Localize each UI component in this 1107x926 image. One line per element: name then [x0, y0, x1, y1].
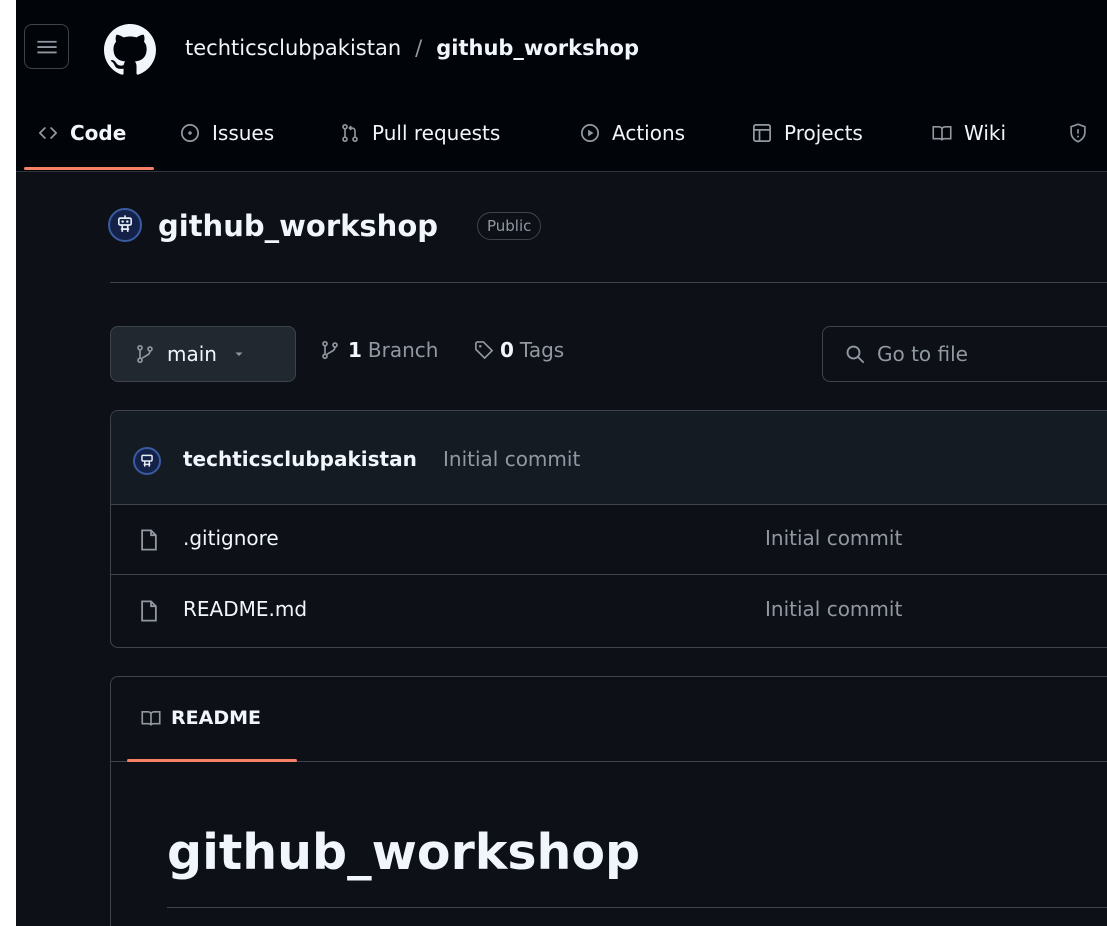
- readme-heading: github_workshop: [167, 824, 641, 881]
- tab-actions[interactable]: Actions: [580, 104, 685, 162]
- github-logo-icon[interactable]: [104, 24, 156, 76]
- file-commit-message[interactable]: Initial commit: [765, 597, 902, 621]
- global-header: techticsclubpakistan / github_workshop Cod…: [16, 0, 1107, 172]
- tab-wiki[interactable]: Wiki: [932, 104, 1006, 162]
- code-icon: [39, 127, 57, 139]
- search-icon: [846, 345, 865, 364]
- active-tab-indicator: [24, 167, 154, 170]
- robot-logo-icon: [117, 215, 133, 232]
- active-tab-indicator: [127, 759, 297, 762]
- go-to-file-placeholder: Go to file: [877, 342, 968, 366]
- github-repo-page: techticsclubpakistan / github_workshop Cod…: [16, 0, 1107, 926]
- commit-author[interactable]: techticsclubpakistan: [183, 447, 417, 471]
- readme-tab-label: README: [171, 707, 261, 729]
- git-branch-icon: [322, 340, 338, 360]
- tag-count-label: Tags: [519, 338, 565, 362]
- tab-label: Projects: [784, 121, 863, 145]
- issue-icon: [181, 124, 199, 142]
- owner-avatar[interactable]: [108, 208, 142, 242]
- readme-header: README: [111, 677, 1107, 762]
- tab-label: Issues: [212, 121, 275, 145]
- breadcrumb-separator: /: [415, 36, 423, 60]
- tab-label: Code: [70, 121, 127, 145]
- file-name[interactable]: .gitignore: [183, 526, 279, 550]
- file-row[interactable]: .gitignore Initial commit: [111, 505, 1107, 575]
- hamburger-icon: [36, 40, 57, 53]
- file-commit-message[interactable]: Initial commit: [765, 526, 902, 550]
- owner-link[interactable]: techticsclubpakistan: [185, 36, 401, 60]
- tab-label: Wiki: [964, 121, 1007, 145]
- tab-projects[interactable]: Projects: [752, 104, 863, 162]
- repo-title[interactable]: github_workshop: [158, 207, 438, 245]
- title-divider: [110, 282, 1107, 283]
- commit-author-avatar[interactable]: [133, 447, 161, 475]
- shield-icon: [1070, 123, 1086, 143]
- go-to-file-input[interactable]: Go to file: [822, 326, 1107, 382]
- readme-tab[interactable]: README: [141, 707, 261, 729]
- tags-link[interactable]: 0 Tags: [474, 338, 564, 362]
- tag-icon: [475, 341, 494, 360]
- file-browser: techticsclubpakistan Initial commit .git…: [110, 410, 1107, 648]
- robot-logo-icon: [141, 454, 153, 467]
- tab-pull-requests[interactable]: Pull requests: [340, 104, 500, 162]
- visibility-badge: Public: [477, 212, 542, 240]
- tab-label: Actions: [612, 121, 686, 145]
- book-icon: [932, 125, 952, 141]
- repo-nav: Code Issues Pull requests Actions Projec…: [16, 104, 1107, 172]
- tab-code[interactable]: Code: [38, 104, 126, 162]
- caret-down-icon: [235, 352, 243, 356]
- latest-commit-row: techticsclubpakistan Initial commit: [111, 411, 1107, 505]
- table-icon: [753, 124, 771, 142]
- tag-count: 0: [500, 338, 514, 362]
- commit-message[interactable]: Initial commit: [443, 447, 580, 471]
- branches-link[interactable]: 1 Branch: [320, 338, 438, 362]
- branch-count: 1: [348, 338, 362, 362]
- tab-label: Pull requests: [372, 121, 501, 145]
- branch-selector[interactable]: main: [110, 326, 296, 382]
- file-icon: [141, 600, 157, 622]
- heading-divider: [167, 907, 1107, 908]
- branch-count-label: Branch: [367, 338, 439, 362]
- breadcrumb: techticsclubpakistan / github_workshop: [185, 33, 639, 63]
- git-branch-icon: [137, 344, 153, 364]
- tab-security[interactable]: [1068, 104, 1100, 162]
- menu-button[interactable]: [24, 24, 69, 69]
- book-icon: [141, 710, 161, 726]
- readme-panel: README github_workshop: [110, 676, 1107, 926]
- repo-link[interactable]: github_workshop: [436, 36, 639, 60]
- pull-request-icon: [342, 123, 358, 143]
- file-row[interactable]: README.md Initial commit: [111, 576, 1107, 646]
- tab-issues[interactable]: Issues: [180, 104, 274, 162]
- file-icon: [141, 529, 157, 551]
- branch-name: main: [167, 342, 217, 366]
- file-name[interactable]: README.md: [183, 597, 307, 621]
- play-icon: [581, 124, 599, 142]
